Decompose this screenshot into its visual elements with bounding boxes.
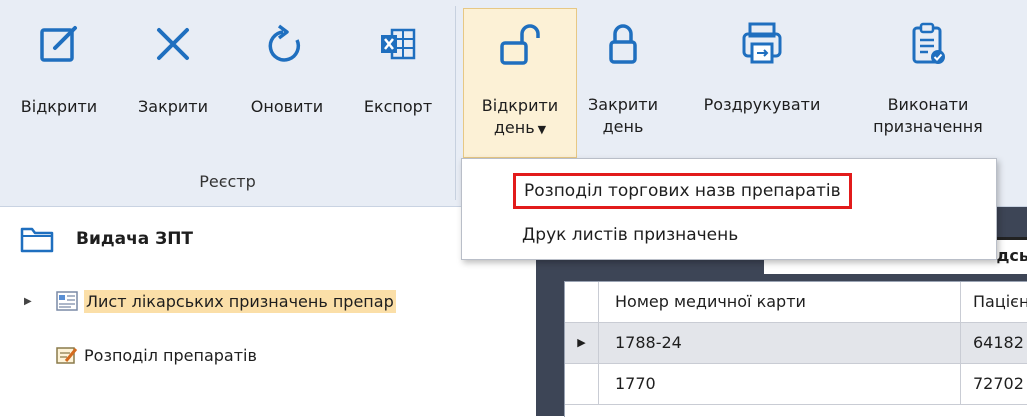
open-button-label: Відкрити [20, 97, 98, 116]
menu-item-trade-name-distribution[interactable]: Розподіл торгових назв препаратів [513, 173, 852, 209]
unlocked-padlock-icon [498, 23, 542, 67]
group-label-registry: Реєстр [199, 172, 256, 191]
export-button-label: Експорт [363, 97, 433, 116]
refresh-button[interactable]: Оновити [228, 8, 346, 158]
header-marker-cell [565, 282, 599, 322]
folder-icon [20, 227, 54, 253]
document-list-icon [56, 291, 78, 311]
row-selector-icon: ▶ [565, 323, 599, 363]
section-header-text: дсь [996, 246, 1027, 265]
open-day-label-line1: Відкрити [481, 96, 559, 115]
clipboard-check-icon [906, 22, 950, 66]
edit-note-icon [56, 347, 78, 364]
grid-header-row: Номер медичної карти Пацієн [565, 282, 1027, 323]
print-button[interactable]: Роздрукувати [676, 8, 848, 158]
execute-button[interactable]: Виконати призначення [858, 8, 998, 158]
open-day-label-line2: день [493, 118, 535, 137]
close-day-label-line1: Закрити [588, 95, 658, 114]
sidebar-header: Видача ЗПТ [20, 225, 193, 253]
table-row[interactable]: 1770 72702 [565, 364, 1027, 405]
sidebar-title: Видача ЗПТ [76, 229, 194, 249]
close-button[interactable]: Закрити [118, 8, 228, 158]
patient-cell[interactable]: 72702 [961, 364, 1027, 404]
tree-item-prescription-list[interactable]: ▶ Лист лікарських призначень препар [24, 287, 396, 315]
menu-item-print-prescription-sheets[interactable]: Друк листів призначень [522, 217, 738, 253]
export-button[interactable]: Експорт [346, 8, 450, 158]
excel-export-icon [376, 22, 420, 66]
sidebar: Видача ЗПТ ▶ Лист лікарських призначень … [0, 207, 536, 416]
column-header-card-number[interactable]: Номер медичної карти [599, 282, 961, 322]
row-selector-cell [565, 364, 599, 404]
close-x-icon [151, 22, 195, 66]
chevron-down-icon: ▼ [537, 123, 547, 136]
refresh-arrow-icon [265, 22, 309, 66]
expand-arrow-icon[interactable]: ▶ [24, 296, 38, 307]
close-day-button[interactable]: Закрити день [578, 8, 668, 158]
open-day-dropdown-menu: Розподіл торгових назв препаратів Друк л… [461, 158, 997, 260]
execute-label-line1: Виконати [887, 95, 969, 114]
printer-icon [740, 22, 784, 66]
tree-item-label: Лист лікарських призначень препар [84, 289, 396, 313]
close-day-label-line2: день [602, 117, 644, 136]
tree-item-label: Розподіл препаратів [84, 345, 257, 365]
tree-item-drug-distribution[interactable]: Розподіл препаратів [38, 341, 257, 369]
open-day-button[interactable]: Відкрити день ▼ [463, 8, 577, 158]
edit-square-icon [37, 22, 81, 66]
card-number-cell[interactable]: 1788-24 [599, 323, 961, 363]
table-row[interactable]: ▶ 1788-24 64182 [565, 323, 1027, 364]
execute-label-line2: призначення [873, 117, 983, 136]
column-header-patient[interactable]: Пацієн [961, 282, 1027, 322]
close-button-label: Закрити [138, 97, 208, 116]
patient-cell[interactable]: 64182 [961, 323, 1027, 363]
print-button-label: Роздрукувати [703, 95, 821, 114]
open-button[interactable]: Відкрити [0, 8, 118, 158]
card-number-cell[interactable]: 1770 [599, 364, 961, 404]
refresh-button-label: Оновити [250, 97, 324, 116]
locked-padlock-icon [601, 22, 645, 66]
group-separator [455, 6, 456, 200]
data-grid: Номер медичної карти Пацієн ▶ 1788-24 64… [564, 281, 1027, 417]
